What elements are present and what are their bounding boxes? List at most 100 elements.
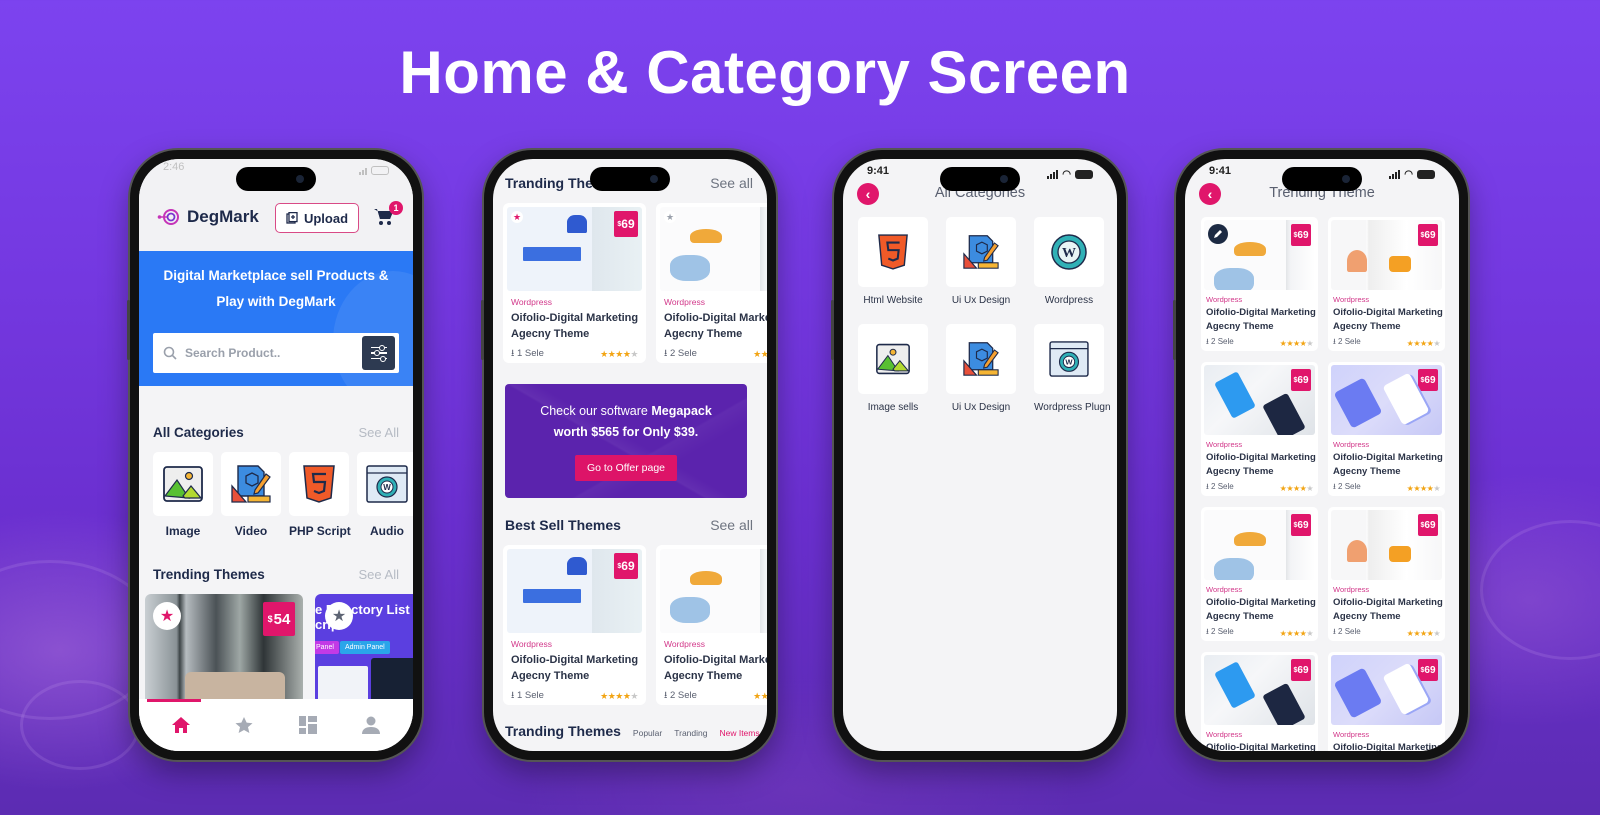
phone-all-categories: 9:41 ◠ ‹ All Categories Html Website Ui … — [831, 150, 1126, 760]
category-list: Image Video PHP Script W Audio — [153, 452, 413, 538]
favorite-star-icon[interactable]: ★ — [153, 602, 181, 630]
image-icon — [163, 466, 203, 502]
product-card[interactable]: $69 Wordpress Oifolio-Digital MarketingAge… — [1328, 652, 1445, 751]
price-badge: $69 — [1291, 369, 1311, 391]
category-item-audio[interactable]: W Audio — [357, 452, 413, 538]
search-input[interactable]: Search Product.. — [185, 346, 280, 360]
category-item-image[interactable]: Image — [153, 452, 213, 538]
category-item-video[interactable]: Video — [221, 452, 281, 538]
product-title: Oifolio-Digital MarketingAgecny Theme — [1333, 307, 1443, 332]
product-card[interactable]: $69 Wordpress Oifolio-Digital MarketingAge… — [1201, 217, 1318, 351]
product-card[interactable]: $69 Wordpress Oifolio-Digital Marketing A… — [503, 545, 646, 705]
product-thumbnail — [660, 549, 767, 633]
see-all-categories-link[interactable]: See All — [359, 425, 399, 440]
sales-count: ⭳ 1 Sele — [511, 690, 544, 701]
category-label: Wordpress Plugn — [1034, 402, 1111, 413]
product-card[interactable]: ★ $69 Wordpress Oifolio-Digital Marketin… — [503, 203, 646, 363]
status-icons — [359, 161, 389, 179]
see-all-bestsell-link[interactable]: See all — [710, 517, 753, 533]
product-card[interactable]: $69 Wordpress Oifolio-Digital MarketingAge… — [1328, 217, 1445, 351]
category-item[interactable]: Ui Ux Design — [946, 217, 1016, 306]
battery-icon — [1417, 169, 1435, 179]
product-title: Oifolio-Digital MarketingAgecny Theme — [1333, 597, 1443, 622]
category-item-php-script[interactable]: PHP Script — [289, 452, 351, 538]
design-icon — [231, 465, 271, 503]
status-icons: ◠ — [1047, 165, 1093, 183]
product-category: Wordpress — [664, 639, 705, 649]
tab-tranding[interactable]: Tranding — [674, 728, 707, 738]
nav-profile[interactable] — [360, 714, 382, 736]
product-thumbnail: $69 — [1331, 510, 1442, 580]
price-badge: $69 — [614, 553, 638, 579]
wordpress-plugin-icon: W — [1049, 341, 1089, 377]
trending-card[interactable]: e Directory Listcript Panel Admin Panel … — [315, 594, 413, 704]
offer-page-button[interactable]: Go to Offer page — [574, 455, 678, 481]
filter-icon — [370, 345, 387, 350]
nav-favorites[interactable] — [233, 714, 255, 736]
product-footer: ⭳ 2 Sele ★★★★★ — [1204, 626, 1315, 640]
edit-button[interactable] — [1208, 224, 1228, 244]
category-item[interactable]: Ui Ux Design — [946, 324, 1016, 413]
product-card[interactable]: $69 Wordpress Oifolio-Digital MarketingAge… — [1328, 362, 1445, 496]
product-footer: ⭳ 1 Sele ★★★★★ — [507, 688, 642, 704]
signal-icon — [1047, 169, 1059, 179]
see-all-trending-link[interactable]: See All — [359, 567, 399, 582]
sales-count: ⭳ 2 Sele — [664, 348, 697, 359]
search-bar[interactable]: Search Product.. — [153, 333, 399, 373]
product-footer: ⭳ 1 Sele ★★★★★ — [507, 346, 642, 362]
product-card[interactable]: $69 Wordpress Oifolio-Digital MarketingAge… — [1201, 507, 1318, 641]
product-thumbnail: $69 — [1204, 365, 1315, 435]
tab-new-items[interactable]: New Items — [719, 728, 759, 738]
dynamic-island — [236, 167, 316, 191]
favorite-star-icon[interactable]: ★ — [664, 211, 676, 223]
product-thumbnail: ★ $69 — [507, 207, 642, 291]
nav-dashboard[interactable] — [297, 714, 319, 736]
sales-count: ⭳ 2 Sele — [664, 690, 697, 701]
favorite-star-icon[interactable]: ★ — [325, 602, 353, 630]
category-item[interactable]: W Wordpress Plugn — [1034, 324, 1111, 413]
product-card[interactable]: $69 Wordpress Oifolio-Digital MarketingAge… — [1328, 507, 1445, 641]
nav-home[interactable] — [170, 714, 192, 736]
filter-button[interactable] — [362, 336, 395, 370]
product-card[interactable]: ★ Wordpress Oifolio-Digital MarketingAge… — [656, 203, 767, 363]
category-item[interactable]: Html Website — [858, 217, 928, 306]
trending-tabs: Tranding Themes Popular Tranding New Ite… — [505, 723, 760, 739]
product-thumbnail: $69 — [507, 549, 642, 633]
product-thumbnail: $69 — [1204, 220, 1315, 290]
status-time: 2:46 — [163, 161, 185, 173]
category-item[interactable]: W Wordpress — [1034, 217, 1104, 306]
brand-logo[interactable]: DegMark — [157, 207, 259, 227]
cart-button[interactable]: 1 — [373, 201, 403, 227]
trending-card[interactable]: ★ $54 — [145, 594, 303, 704]
bottom-navigation — [139, 699, 413, 751]
favorite-star-icon[interactable]: ★ — [511, 211, 523, 223]
product-card[interactable]: $69 Wordpress Oifolio-Digital MarketingAge… — [1201, 362, 1318, 496]
tab-popular[interactable]: Popular — [633, 728, 662, 738]
product-title: Oifolio-Digital MarketingAgecny Theme — [1206, 452, 1316, 477]
product-thumbnail: $69 — [1204, 510, 1315, 580]
product-category: Wordpress — [1206, 730, 1243, 739]
category-label: Image — [165, 524, 201, 538]
promo-banner: Check our software Megapack worth $565 fo… — [505, 384, 747, 498]
product-category: Wordpress — [1333, 585, 1370, 594]
product-card[interactable]: Wordpress Oifolio-Digital MarketingAgecn… — [656, 545, 767, 705]
category-item[interactable]: Image sells — [858, 324, 928, 413]
product-card[interactable]: $69 Wordpress Oifolio-Digital MarketingAge… — [1201, 652, 1318, 751]
upload-button[interactable]: Upload — [275, 203, 359, 233]
sales-count: ⭳ 2 Sele — [1206, 627, 1234, 636]
phone-home: 2:46 DegMark Upload 1 Digital Marketplac… — [127, 150, 422, 760]
phone-home-scrolled: Tranding Themes See all ★ $69 Wordpress … — [481, 150, 776, 760]
product-category: Wordpress — [1206, 295, 1243, 304]
product-footer: ⭳ 2 Sele ★★★★★ — [1204, 336, 1315, 350]
sales-count: ⭳ 2 Sele — [1333, 627, 1361, 636]
section-title: All Categories — [153, 425, 244, 440]
home-icon — [171, 717, 190, 733]
status-icons: ◠ — [1389, 165, 1435, 183]
phone-trending-theme: 9:41 ◠ ‹ Trending Theme $69 Wordpress Oifo… — [1173, 150, 1468, 760]
category-grid: Html Website Ui Ux Design W Wordpress Im… — [858, 217, 1111, 413]
html5-icon — [303, 465, 335, 503]
product-footer: ⭳ 2 Sele ★★★★★ — [1331, 336, 1442, 350]
see-all-trending-link[interactable]: See all — [710, 175, 753, 191]
upload-label: Upload — [303, 210, 349, 226]
product-category: Wordpress — [1206, 440, 1243, 449]
